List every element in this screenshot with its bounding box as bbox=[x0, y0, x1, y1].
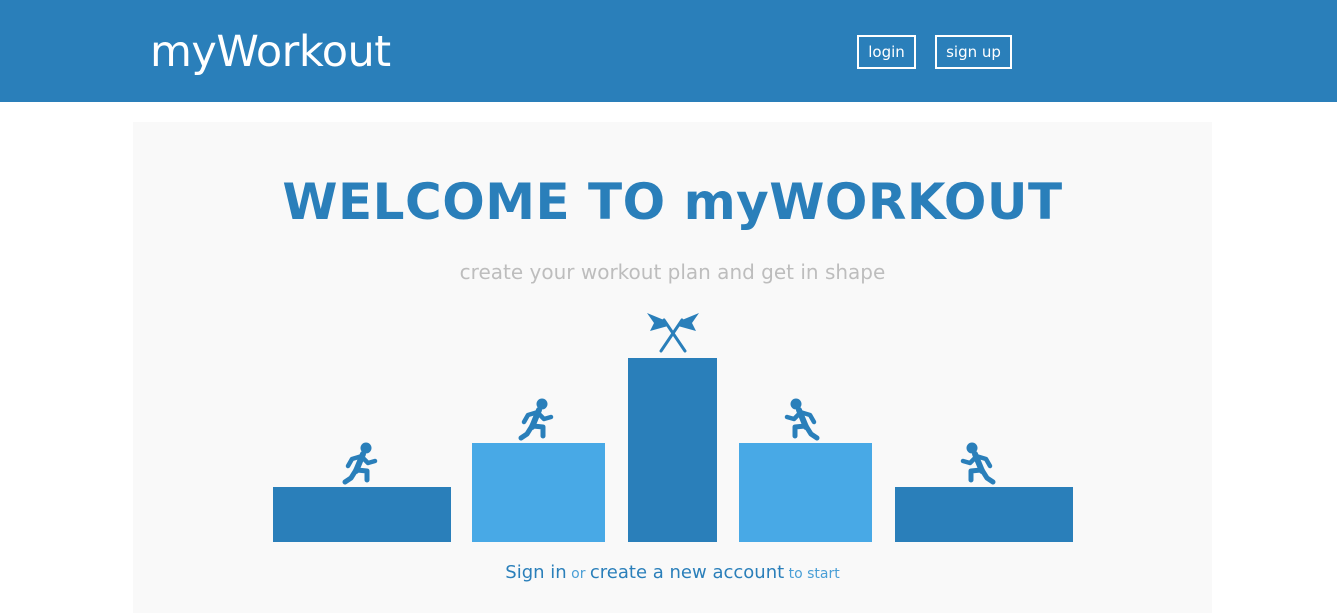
podium-step-4 bbox=[739, 443, 872, 542]
runner-icon bbox=[963, 443, 993, 483]
cta-to-start-text: to start bbox=[784, 566, 840, 582]
login-button[interactable]: login bbox=[857, 35, 916, 69]
podium-step-2 bbox=[472, 443, 605, 542]
runner-icon bbox=[787, 399, 817, 439]
create-account-link[interactable]: create a new account bbox=[590, 562, 784, 583]
runner-icon bbox=[521, 399, 551, 439]
brand-logo[interactable]: myWorkout bbox=[150, 26, 391, 78]
navbar: myWorkout login sign up bbox=[0, 0, 1337, 102]
podium-step-3 bbox=[628, 358, 717, 542]
sign-in-link[interactable]: Sign in bbox=[505, 562, 566, 583]
podium-step-5 bbox=[895, 487, 1073, 542]
cta-or-text: or bbox=[566, 566, 590, 582]
crossed-flags-icon bbox=[647, 313, 699, 353]
hero-panel: WELCOME TO myWORKOUT create your workout… bbox=[133, 122, 1212, 613]
runner-icon bbox=[345, 443, 375, 483]
podium-step-1 bbox=[273, 487, 451, 542]
call-to-action: Sign in or create a new account to start bbox=[133, 560, 1212, 587]
podium-illustration bbox=[273, 313, 1073, 542]
signup-button[interactable]: sign up bbox=[935, 35, 1012, 69]
